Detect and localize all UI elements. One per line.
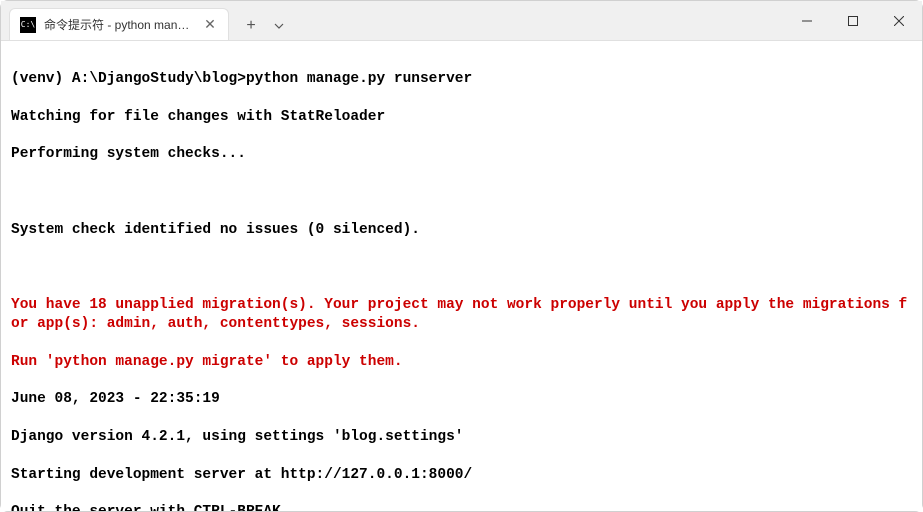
cmd-icon: C:\ (20, 17, 36, 33)
output-warning-line: You have 18 unapplied migration(s). Your… (11, 296, 912, 334)
output-blank (11, 258, 912, 277)
minimize-button[interactable] (784, 1, 830, 40)
terminal-output[interactable]: (venv) A:\DjangoStudy\blog>python manage… (1, 41, 922, 511)
output-line: System check identified no issues (0 sil… (11, 221, 912, 240)
output-line: Django version 4.2.1, using settings 'bl… (11, 428, 912, 447)
close-window-button[interactable] (876, 1, 922, 40)
tab-dropdown-icon[interactable] (265, 12, 293, 40)
prompt-text: (venv) A:\DjangoStudy\blog> (11, 71, 246, 87)
prompt-line: (venv) A:\DjangoStudy\blog>python manage… (11, 70, 912, 89)
window-controls (784, 1, 922, 40)
titlebar: C:\ 命令提示符 - python manage ✕ + (1, 1, 922, 41)
new-tab-button[interactable]: + (237, 12, 265, 40)
output-line: Starting development server at http://12… (11, 466, 912, 485)
command-text: python manage.py runserver (246, 71, 472, 87)
close-tab-icon[interactable]: ✕ (202, 17, 218, 33)
output-blank (11, 183, 912, 202)
maximize-button[interactable] (830, 1, 876, 40)
output-line: Quit the server with CTRL-BREAK. (11, 503, 912, 511)
output-line: Performing system checks... (11, 145, 912, 164)
tab-title: 命令提示符 - python manage (44, 16, 194, 33)
output-line: Watching for file changes with StatReloa… (11, 108, 912, 127)
output-warning-line: Run 'python manage.py migrate' to apply … (11, 353, 912, 372)
tab-strip: C:\ 命令提示符 - python manage ✕ + (1, 1, 293, 40)
tab-active[interactable]: C:\ 命令提示符 - python manage ✕ (9, 8, 229, 40)
output-line: June 08, 2023 - 22:35:19 (11, 390, 912, 409)
